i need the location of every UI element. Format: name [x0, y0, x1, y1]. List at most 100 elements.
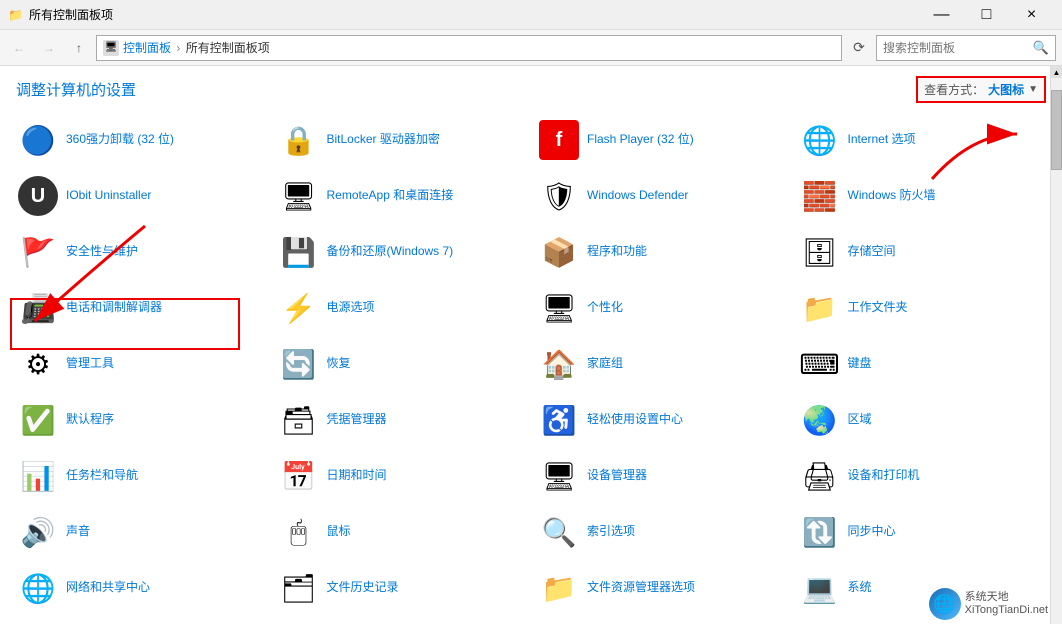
item-label: 文件历史记录: [327, 580, 399, 596]
list-item[interactable]: 🌐网络和共享中心: [10, 561, 271, 615]
item-label: 备份和还原(Windows 7): [327, 244, 454, 260]
item-icon: 🔒: [279, 120, 319, 160]
list-item[interactable]: 📦 程序和功能: [531, 225, 792, 279]
titlebar: 📁 所有控制面板项 — □ ×: [0, 0, 1062, 30]
item-icon: 💻: [800, 568, 840, 608]
item-icon: f: [539, 120, 579, 160]
list-item[interactable]: 🚩安全性与维护: [10, 225, 271, 279]
list-item[interactable]: 🗃 凭据管理器: [271, 393, 532, 447]
refresh-button[interactable]: ⟳: [846, 35, 872, 61]
item-label: 默认程序: [66, 412, 114, 428]
item-icon: ⚡: [279, 288, 319, 328]
forward-button[interactable]: →: [36, 35, 62, 61]
item-icon: 💾: [279, 232, 319, 272]
list-item[interactable]: ⚙ 管理工具: [10, 337, 271, 391]
main-area: 调整计算机的设置 查看方式： 大图标 ▼ 🔵360强力卸载 (32 位)🔒Bit…: [0, 66, 1062, 624]
maximize-button[interactable]: □: [964, 0, 1009, 30]
item-icon: 🖥: [279, 176, 319, 216]
watermark-line2: XiTongTianDi.net: [965, 604, 1048, 617]
list-item[interactable]: 💾 备份和还原(Windows 7): [271, 225, 532, 279]
list-item[interactable]: 🖨设备和打印机: [792, 449, 1053, 503]
item-label: Windows Defender: [587, 188, 688, 204]
watermark-text: 系统天地 XiTongTianDi.net: [965, 591, 1048, 617]
list-item[interactable]: 📁文件资源管理器选项: [531, 561, 792, 615]
list-item[interactable]: ⚡电源选项: [271, 281, 532, 335]
item-label: 鼠标: [327, 524, 351, 540]
list-item[interactable]: 🗂 文件历史记录: [271, 561, 532, 615]
item-icon: 📁: [800, 288, 840, 328]
list-item[interactable]: UIObit Uninstaller: [10, 169, 271, 223]
list-item[interactable]: 📅 日期和时间: [271, 449, 532, 503]
list-item[interactable]: 🔍索引选项: [531, 505, 792, 559]
item-label: 键盘: [848, 356, 872, 372]
list-item[interactable]: ✅ 默认程序: [10, 393, 271, 447]
item-label: 工作文件夹: [848, 300, 908, 316]
item-label: 设备管理器: [587, 468, 647, 484]
list-item[interactable]: 🧱Windows 防火墙: [792, 169, 1053, 223]
item-label: 程序和功能: [587, 244, 647, 260]
list-item[interactable]: 🔃同步中心: [792, 505, 1053, 559]
item-label: 同步中心: [848, 524, 896, 540]
item-label: 轻松使用设置中心: [587, 412, 683, 428]
page-title: 调整计算机的设置: [16, 79, 136, 100]
scrollbar[interactable]: ▲: [1050, 66, 1062, 624]
list-item[interactable]: 🏠家庭组: [531, 337, 792, 391]
list-item[interactable]: 🖥设备管理器: [531, 449, 792, 503]
view-selector[interactable]: 查看方式： 大图标 ▼: [916, 76, 1046, 103]
item-label: 凭据管理器: [327, 412, 387, 428]
list-item[interactable]: 🔊声音: [10, 505, 271, 559]
list-item[interactable]: 📠电话和调制解调器: [10, 281, 271, 335]
list-item[interactable]: f Flash Player (32 位): [531, 113, 792, 167]
list-item[interactable]: 📊任务栏和导航: [10, 449, 271, 503]
item-icon: 🖥: [539, 288, 579, 328]
item-label: IObit Uninstaller: [66, 188, 151, 204]
list-item[interactable]: 🗄存储空间: [792, 225, 1053, 279]
watermark-line1: 系统天地: [965, 591, 1048, 604]
minimize-button[interactable]: —: [919, 0, 964, 30]
item-label: 日期和时间: [327, 468, 387, 484]
list-item[interactable]: 🌐Internet 选项: [792, 113, 1053, 167]
close-button[interactable]: ×: [1009, 0, 1054, 30]
item-label: Flash Player (32 位): [587, 132, 694, 148]
list-item[interactable]: 🔒BitLocker 驱动器加密: [271, 113, 532, 167]
view-label: 查看方式：: [924, 81, 984, 98]
list-item[interactable]: 🖥 个性化: [531, 281, 792, 335]
item-icon: 📠: [18, 288, 58, 328]
scrollbar-up[interactable]: ▲: [1051, 66, 1062, 78]
watermark: 🌐 系统天地 XiTongTianDi.net: [929, 588, 1048, 620]
item-label: 管理工具: [66, 356, 114, 372]
item-label: 个性化: [587, 300, 623, 316]
back-button[interactable]: ←: [6, 35, 32, 61]
content-area: 调整计算机的设置 查看方式： 大图标 ▼ 🔵360强力卸载 (32 位)🔒Bit…: [0, 66, 1062, 624]
breadcrumb-part1[interactable]: 控制面板: [123, 41, 171, 55]
list-item[interactable]: 🛡Windows Defender: [531, 169, 792, 223]
list-item[interactable]: ♿轻松使用设置中心: [531, 393, 792, 447]
up-button[interactable]: ↑: [66, 35, 92, 61]
list-item[interactable]: ⌨ 键盘: [792, 337, 1053, 391]
item-icon: 🗂: [279, 568, 319, 608]
list-item[interactable]: 🌏区域: [792, 393, 1053, 447]
list-item[interactable]: 🔵360强力卸载 (32 位): [10, 113, 271, 167]
item-icon: 📅: [279, 456, 319, 496]
item-label: RemoteApp 和桌面连接: [327, 188, 454, 204]
search-input[interactable]: [883, 41, 1029, 55]
item-label: 安全性与维护: [66, 244, 138, 260]
scrollbar-thumb[interactable]: [1051, 90, 1062, 170]
item-icon: ⌨: [800, 344, 840, 384]
item-icon: ✅: [18, 400, 58, 440]
list-item[interactable]: 🖥 RemoteApp 和桌面连接: [271, 169, 532, 223]
item-icon: ⚙: [18, 344, 58, 384]
address-bar: 🖥 控制面板 › 所有控制面板项: [96, 35, 842, 61]
list-item[interactable]: 🔄恢复: [271, 337, 532, 391]
list-item[interactable]: 🖱鼠标: [271, 505, 532, 559]
breadcrumb: 控制面板 › 所有控制面板项: [123, 39, 270, 56]
pc-icon: 🖥: [105, 42, 118, 53]
item-label: 声音: [66, 524, 90, 540]
item-label: 网络和共享中心: [66, 580, 150, 596]
item-icon: 🧱: [800, 176, 840, 216]
list-item[interactable]: 📁 工作文件夹: [792, 281, 1053, 335]
item-label: 360强力卸载 (32 位): [66, 132, 174, 148]
item-icon: 🗃: [279, 400, 319, 440]
item-label: 恢复: [327, 356, 351, 372]
item-icon: 📦: [539, 232, 579, 272]
